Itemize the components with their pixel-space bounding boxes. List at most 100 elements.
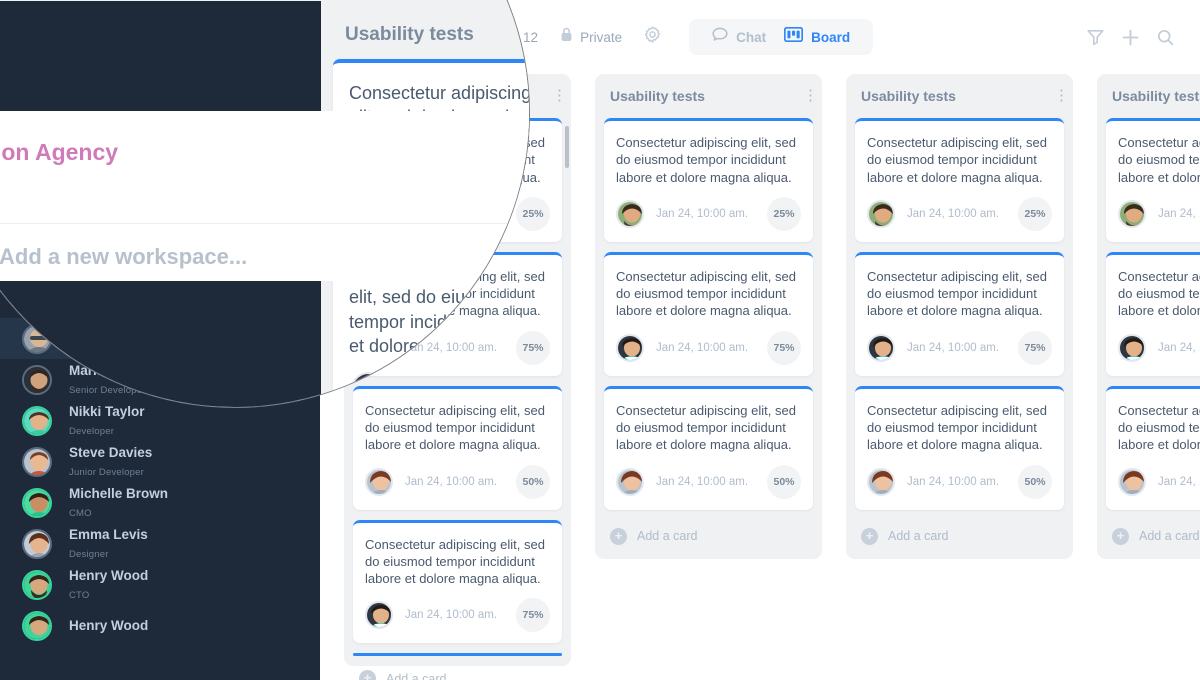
column-title: Usability tests: [345, 24, 474, 45]
card-date: Jan 24, 10:00 am.: [1158, 475, 1200, 488]
card-date: Jan 24, 10:00 am.: [907, 475, 1000, 488]
board-icon: [784, 26, 804, 47]
column-menu-icon[interactable]: ⋮: [1054, 88, 1069, 103]
card-text: Consectetur adipiscing elit, sed do eius…: [1118, 402, 1200, 453]
kanban-app: Hi Ethan! Melon Agency 7 Marketing Offic…: [0, 0, 1200, 680]
card-footer: Jan 24, 10:00 am. 50%: [867, 464, 1052, 499]
card-date: Jan 24, 10:00 am.: [405, 475, 498, 488]
card-date: Jan 24, 10:00 am.: [907, 207, 1000, 220]
avatar: [867, 199, 895, 228]
list-item[interactable]: Michelle Brown CMO: [0, 482, 320, 523]
card-progress-badge: 75%: [1018, 330, 1052, 365]
add-card-label: Add a card: [386, 671, 447, 680]
card-footer: Jan 24, 10:00 am. 50%: [1118, 465, 1200, 499]
member-role: Developer: [69, 425, 115, 437]
avatar: [616, 333, 644, 362]
member-text: Henry Wood CTO: [69, 567, 148, 602]
board-card[interactable]: Consectetur adipiscing elit, sed do eius…: [604, 385, 813, 510]
add-card-button[interactable]: + Add a card: [855, 520, 1064, 559]
column-menu-icon[interactable]: ⋮: [552, 88, 567, 103]
avatar: [867, 333, 895, 362]
member-name: Steve Davies: [69, 445, 153, 461]
privacy-indicator[interactable]: Private: [560, 27, 622, 47]
card-footer: Jan 24, 10:00 am. 75%: [1118, 331, 1200, 365]
tab-chat[interactable]: Chat: [703, 27, 775, 47]
card-date: Jan 24, 10:00 am.: [405, 609, 498, 622]
card-text: Consectetur adipiscing elit, sed do eius…: [1118, 268, 1200, 319]
list-item[interactable]: Henry Wood CTO: [0, 564, 320, 605]
tab-board-label: Board: [811, 29, 851, 45]
avatar: [22, 446, 52, 477]
board-card[interactable]: Consectetur adipiscing elit, sed do eius…: [855, 118, 1064, 242]
board-card[interactable]: Consectetur adipiscing elit, sed do eius…: [855, 251, 1064, 376]
member-text: Emma Levis Designer: [69, 526, 148, 561]
member-name: Henry Wood: [69, 617, 149, 633]
avatar: [1118, 199, 1146, 228]
card-progress-badge: 25%: [1018, 196, 1052, 231]
board-card[interactable]: Consectetur adipiscing elit, sed do eius…: [1106, 118, 1200, 242]
add-card-label: Add a card: [637, 529, 698, 544]
board-column: Usability tests ⋮ Consectetur adipiscing…: [595, 74, 822, 559]
tab-chat-label: Chat: [736, 29, 767, 45]
card-progress-badge: 75%: [516, 598, 550, 633]
chat-icon: [712, 27, 728, 47]
card-progress-badge: 50%: [767, 464, 801, 499]
card-date: Jan 24, 10:00 am.: [907, 341, 1000, 354]
workspace-option-melon-agency[interactable]: Melon Agency: [0, 139, 118, 166]
board-card[interactable]: Consectetur adipiscing elit, sed do eius…: [1106, 251, 1200, 376]
card-date: Jan 24, 10:00 am.: [1158, 207, 1200, 220]
board-card[interactable]: Consectetur adipiscing elit, sed do eius…: [855, 385, 1064, 510]
view-toggle: Chat Board: [689, 19, 874, 55]
column-title: Usability tests: [861, 88, 956, 104]
list-item[interactable]: Emma Levis Designer: [0, 523, 320, 564]
card-footer: Jan 24, 10:00 am. 50%: [616, 464, 801, 499]
add-card-button[interactable]: + Add a card: [1106, 520, 1200, 559]
card-text: Consectetur adipiscing elit, sed do eius…: [616, 135, 796, 185]
list-item[interactable]: Steve Davies Junior Developer: [0, 441, 320, 482]
avatar: [1118, 467, 1146, 496]
topbar-actions: [1087, 29, 1174, 46]
plus-icon: +: [1112, 527, 1129, 545]
add-card-button[interactable]: + Add a card: [353, 662, 562, 680]
privacy-label: Private: [580, 29, 623, 45]
board-column: Usability tests ⋮ Consectetur adipiscing…: [1097, 74, 1200, 559]
magnifier-lens: Usability tests ⋮ Consectetur adipiscing…: [0, 0, 530, 408]
avatar: [365, 601, 393, 630]
card-date: Jan 24, 10:00 am.: [656, 207, 749, 220]
card-drop-indicator: [353, 653, 562, 657]
filter-icon[interactable]: [1087, 29, 1104, 45]
avatar: [22, 528, 52, 559]
add-card-button[interactable]: + Add a card: [604, 520, 813, 559]
card-text: Consectetur adipiscing elit, sed do eius…: [867, 402, 1047, 453]
avatar: [616, 467, 644, 496]
column-menu-icon[interactable]: ⋮: [803, 88, 818, 103]
plus-icon: +: [610, 527, 627, 545]
column-scrollbar[interactable]: [565, 126, 569, 168]
add-workspace-button[interactable]: Add a new workspace...: [0, 243, 247, 270]
column-title: Usability tests: [1112, 88, 1200, 104]
avatar: [22, 405, 52, 436]
card-footer: Jan 24, 10:00 am. 75%: [349, 372, 529, 407]
card-progress-badge: 75%: [505, 372, 529, 407]
card-text: Consectetur adipiscing elit, sed do eius…: [365, 536, 545, 587]
member-text: Steve Davies Junior Developer: [69, 444, 152, 479]
list-item[interactable]: Henry Wood: [0, 605, 320, 646]
card-progress-badge: 75%: [767, 330, 801, 365]
card-progress-badge: 50%: [1018, 464, 1052, 499]
board-card[interactable]: Consectetur adipiscing elit, sed do eius…: [353, 519, 562, 644]
board-card[interactable]: Consectetur adipiscing elit, sed do eius…: [604, 251, 813, 376]
column-header: Usability tests ⋮: [1106, 74, 1200, 118]
member-name: Emma Levis: [69, 527, 148, 543]
card-footer: Jan 24, 10:00 am. 25%: [1118, 197, 1200, 231]
plus-icon[interactable]: [1122, 29, 1139, 46]
member-text: Nikki Taylor Developer: [69, 403, 145, 438]
tab-board[interactable]: Board: [775, 26, 859, 47]
board-card[interactable]: Consectetur adipiscing elit, sed do eius…: [604, 118, 813, 242]
board-settings-button[interactable]: [644, 26, 661, 48]
avatar: [365, 467, 393, 496]
search-icon[interactable]: [1157, 29, 1174, 46]
avatar: [349, 372, 387, 407]
plus-icon: +: [861, 527, 878, 545]
member-text: Henry Wood: [69, 617, 148, 634]
board-card[interactable]: Consectetur adipiscing elit, sed do eius…: [1106, 385, 1200, 510]
